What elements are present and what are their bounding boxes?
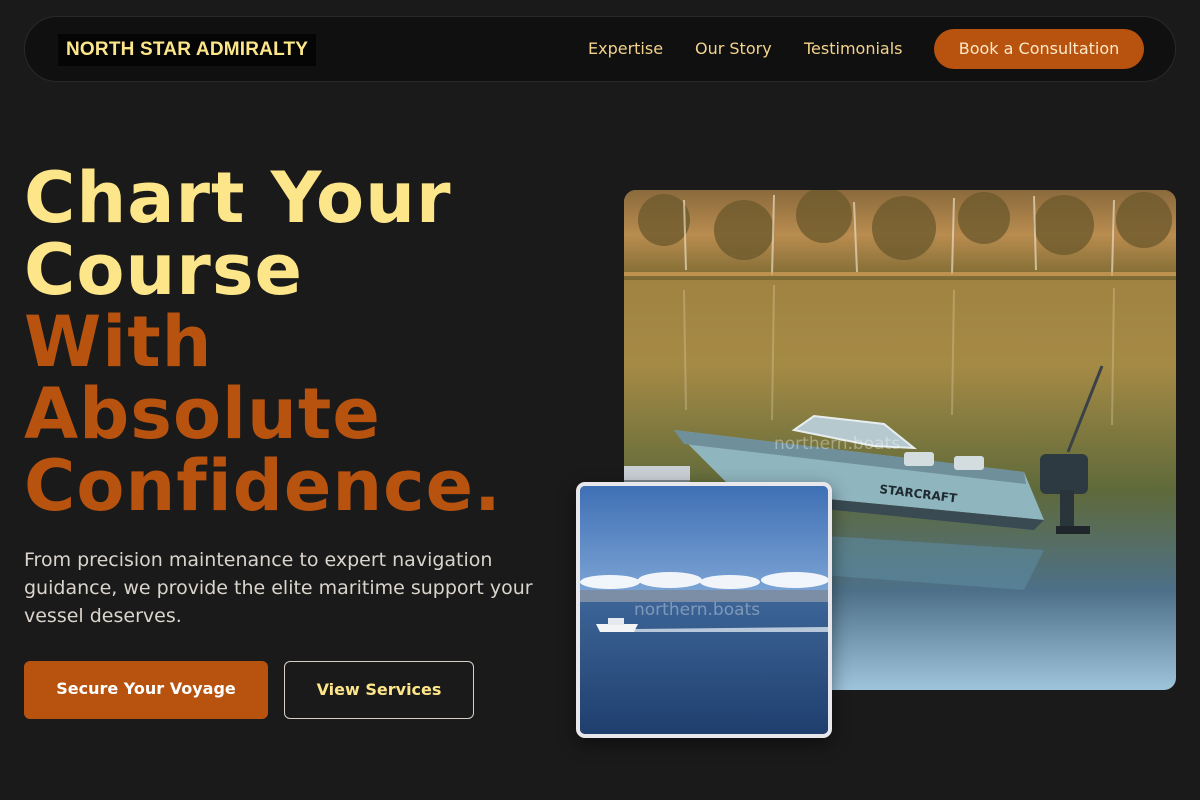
secure-voyage-button[interactable]: Secure Your Voyage [24,661,268,719]
nav-link-testimonials[interactable]: Testimonials [804,39,903,59]
photo-watermark: northern.boats [634,600,761,620]
headline-line: Absolute [24,373,381,455]
nav-link-our-story[interactable]: Our Story [695,39,772,59]
photo-watermark: northern.boats [774,434,901,454]
brand-logo[interactable]: NORTH STAR ADMIRALTY [58,34,317,66]
headline-line: Course [24,229,303,311]
hero-subtitle: From precision maintenance to expert nav… [24,549,533,627]
book-consultation-button[interactable]: Book a Consultation [934,29,1144,69]
open-sea-boat-photo: northern.boats [576,482,832,738]
headline-line: With [24,301,213,383]
headline-line: Confidence. [24,445,502,527]
headline-line: Chart Your [24,157,452,239]
nav-link-expertise[interactable]: Expertise [588,39,663,59]
view-services-button[interactable]: View Services [284,661,474,719]
top-nav: NORTH STAR ADMIRALTY Expertise Our Story… [24,16,1176,82]
